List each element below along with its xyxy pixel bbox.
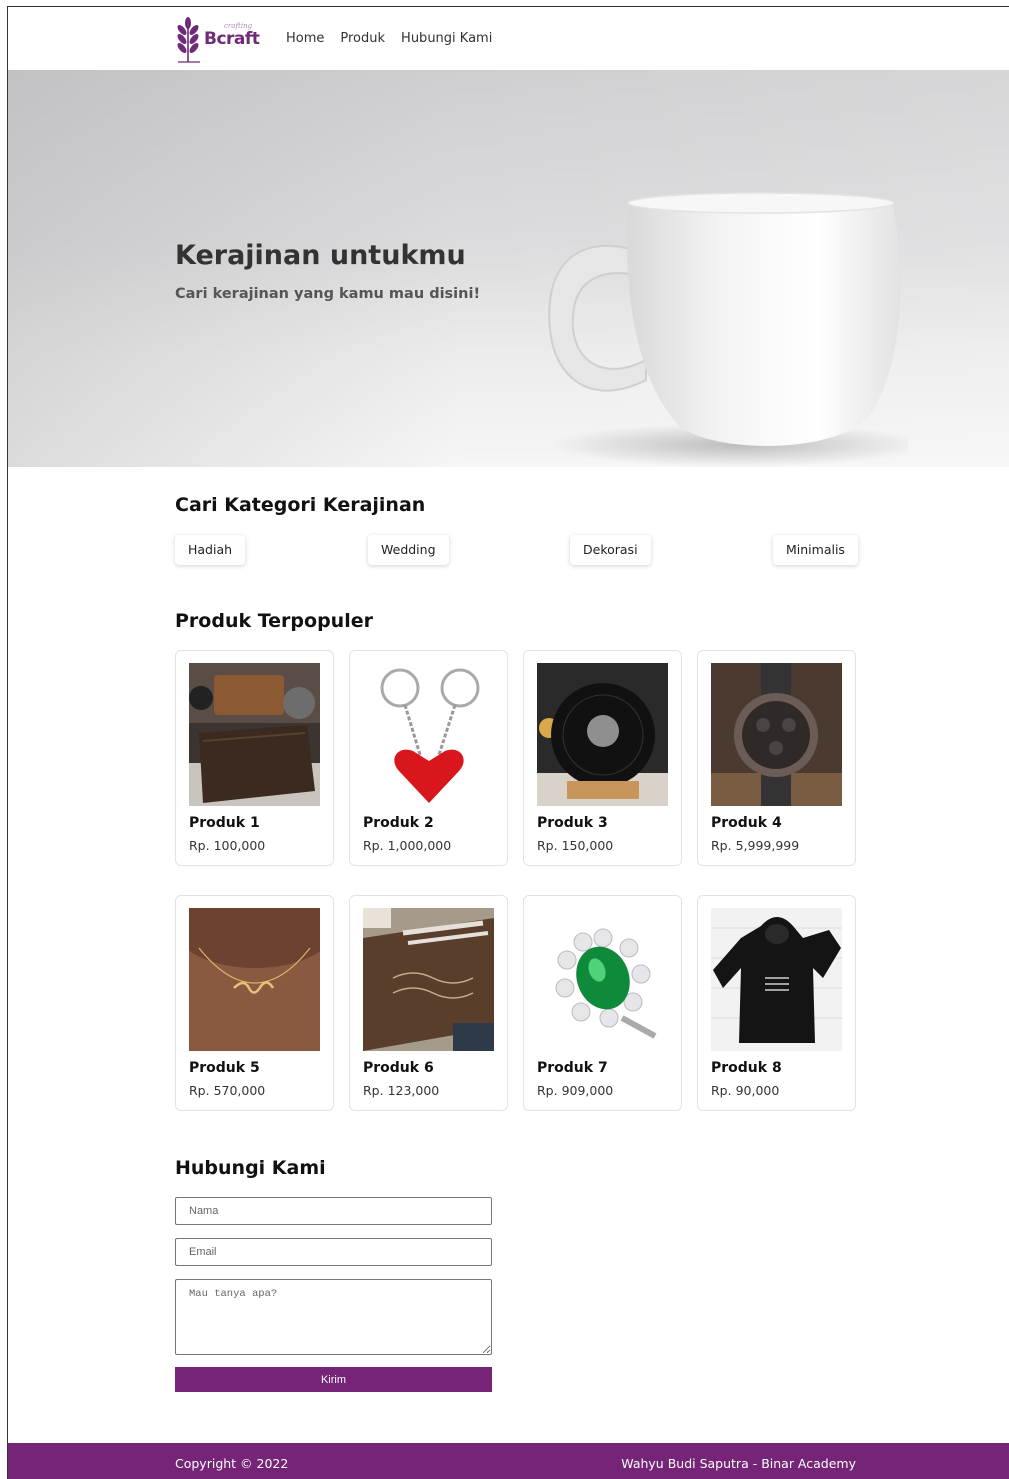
- product-price: Rp. 5,999,999: [711, 838, 800, 853]
- product-card[interactable]: Produk 4 Rp. 5,999,999: [697, 650, 856, 866]
- brand-logo[interactable]: crafting Bcraft: [174, 15, 264, 65]
- submit-button[interactable]: Kirim: [175, 1367, 492, 1392]
- product-price: Rp. 570,000: [189, 1083, 266, 1098]
- product-image-vinyl-record-plaque: [537, 663, 668, 806]
- product-price: Rp. 90,000: [711, 1083, 780, 1098]
- product-image-engraved-wallet: [363, 908, 494, 1051]
- hero-subtitle: Cari kerajinan yang kamu mau disini!: [175, 286, 481, 302]
- product-image-leather-wallet: [189, 663, 320, 806]
- product-image-wooden-watch: [711, 663, 842, 806]
- product-card[interactable]: Produk 6 Rp. 123,000: [349, 895, 508, 1111]
- email-input[interactable]: [175, 1238, 492, 1266]
- product-card[interactable]: Produk 8 Rp. 90,000: [697, 895, 856, 1111]
- product-name: Produk 2: [363, 815, 434, 831]
- nav-home[interactable]: Home: [286, 31, 324, 46]
- product-card[interactable]: Produk 5 Rp. 570,000: [175, 895, 334, 1111]
- category-dekorasi-button[interactable]: Dekorasi: [570, 535, 651, 565]
- category-hadiah-button[interactable]: Hadiah: [175, 535, 246, 565]
- product-price: Rp. 123,000: [363, 1083, 440, 1098]
- product-price: Rp. 1,000,000: [363, 838, 452, 853]
- product-name: Produk 6: [363, 1060, 434, 1076]
- hero-banner: Kerajinan untukmu Cari kerajinan yang ka…: [8, 70, 1009, 467]
- categories-title: Cari Kategori Kerajinan: [175, 494, 426, 516]
- page-frame: crafting Bcraft Home Produk Hubungi Kami: [7, 6, 1009, 1479]
- product-name: Produk 1: [189, 815, 260, 831]
- mug-illustration: [548, 192, 908, 467]
- product-card[interactable]: Produk 3 Rp. 150,000: [523, 650, 682, 866]
- nav-produk[interactable]: Produk: [340, 31, 385, 46]
- product-image-name-necklace: [189, 908, 320, 1051]
- message-textarea[interactable]: [175, 1279, 492, 1355]
- product-image-black-hoodie: [711, 908, 842, 1051]
- product-price: Rp. 909,000: [537, 1083, 614, 1098]
- category-minimalis-button[interactable]: Minimalis: [773, 535, 858, 565]
- product-image-emerald-ring: [537, 908, 668, 1051]
- nav-hubungi-kami[interactable]: Hubungi Kami: [401, 31, 492, 46]
- footer-author: Wahyu Budi Saputra - Binar Academy: [621, 1456, 856, 1471]
- category-wedding-button[interactable]: Wedding: [368, 535, 449, 565]
- name-input[interactable]: [175, 1197, 492, 1225]
- product-price: Rp. 150,000: [537, 838, 614, 853]
- products-title: Produk Terpopuler: [175, 610, 373, 632]
- footer: Copyright © 2022 Wahyu Budi Saputra - Bi…: [8, 1443, 1009, 1479]
- product-card[interactable]: Produk 7 Rp. 909,000: [523, 895, 682, 1111]
- product-card[interactable]: Produk 2 Rp. 1,000,000: [349, 650, 508, 866]
- hero-title: Kerajinan untukmu: [175, 240, 466, 271]
- product-name: Produk 7: [537, 1060, 608, 1076]
- product-name: Produk 4: [711, 815, 782, 831]
- product-image-heart-keychain: [363, 663, 494, 806]
- nav-links: Home Produk Hubungi Kami: [286, 31, 492, 46]
- product-name: Produk 5: [189, 1060, 260, 1076]
- product-name: Produk 8: [711, 1060, 782, 1076]
- product-price: Rp. 100,000: [189, 838, 266, 853]
- contact-title: Hubungi Kami: [175, 1157, 326, 1179]
- brand-name: Bcraft: [204, 29, 260, 49]
- navbar: crafting Bcraft Home Produk Hubungi Kami: [8, 7, 1009, 70]
- product-name: Produk 3: [537, 815, 608, 831]
- product-card[interactable]: Produk 1 Rp. 100,000: [175, 650, 334, 866]
- footer-copyright: Copyright © 2022: [175, 1456, 289, 1471]
- wheat-icon: [177, 17, 200, 63]
